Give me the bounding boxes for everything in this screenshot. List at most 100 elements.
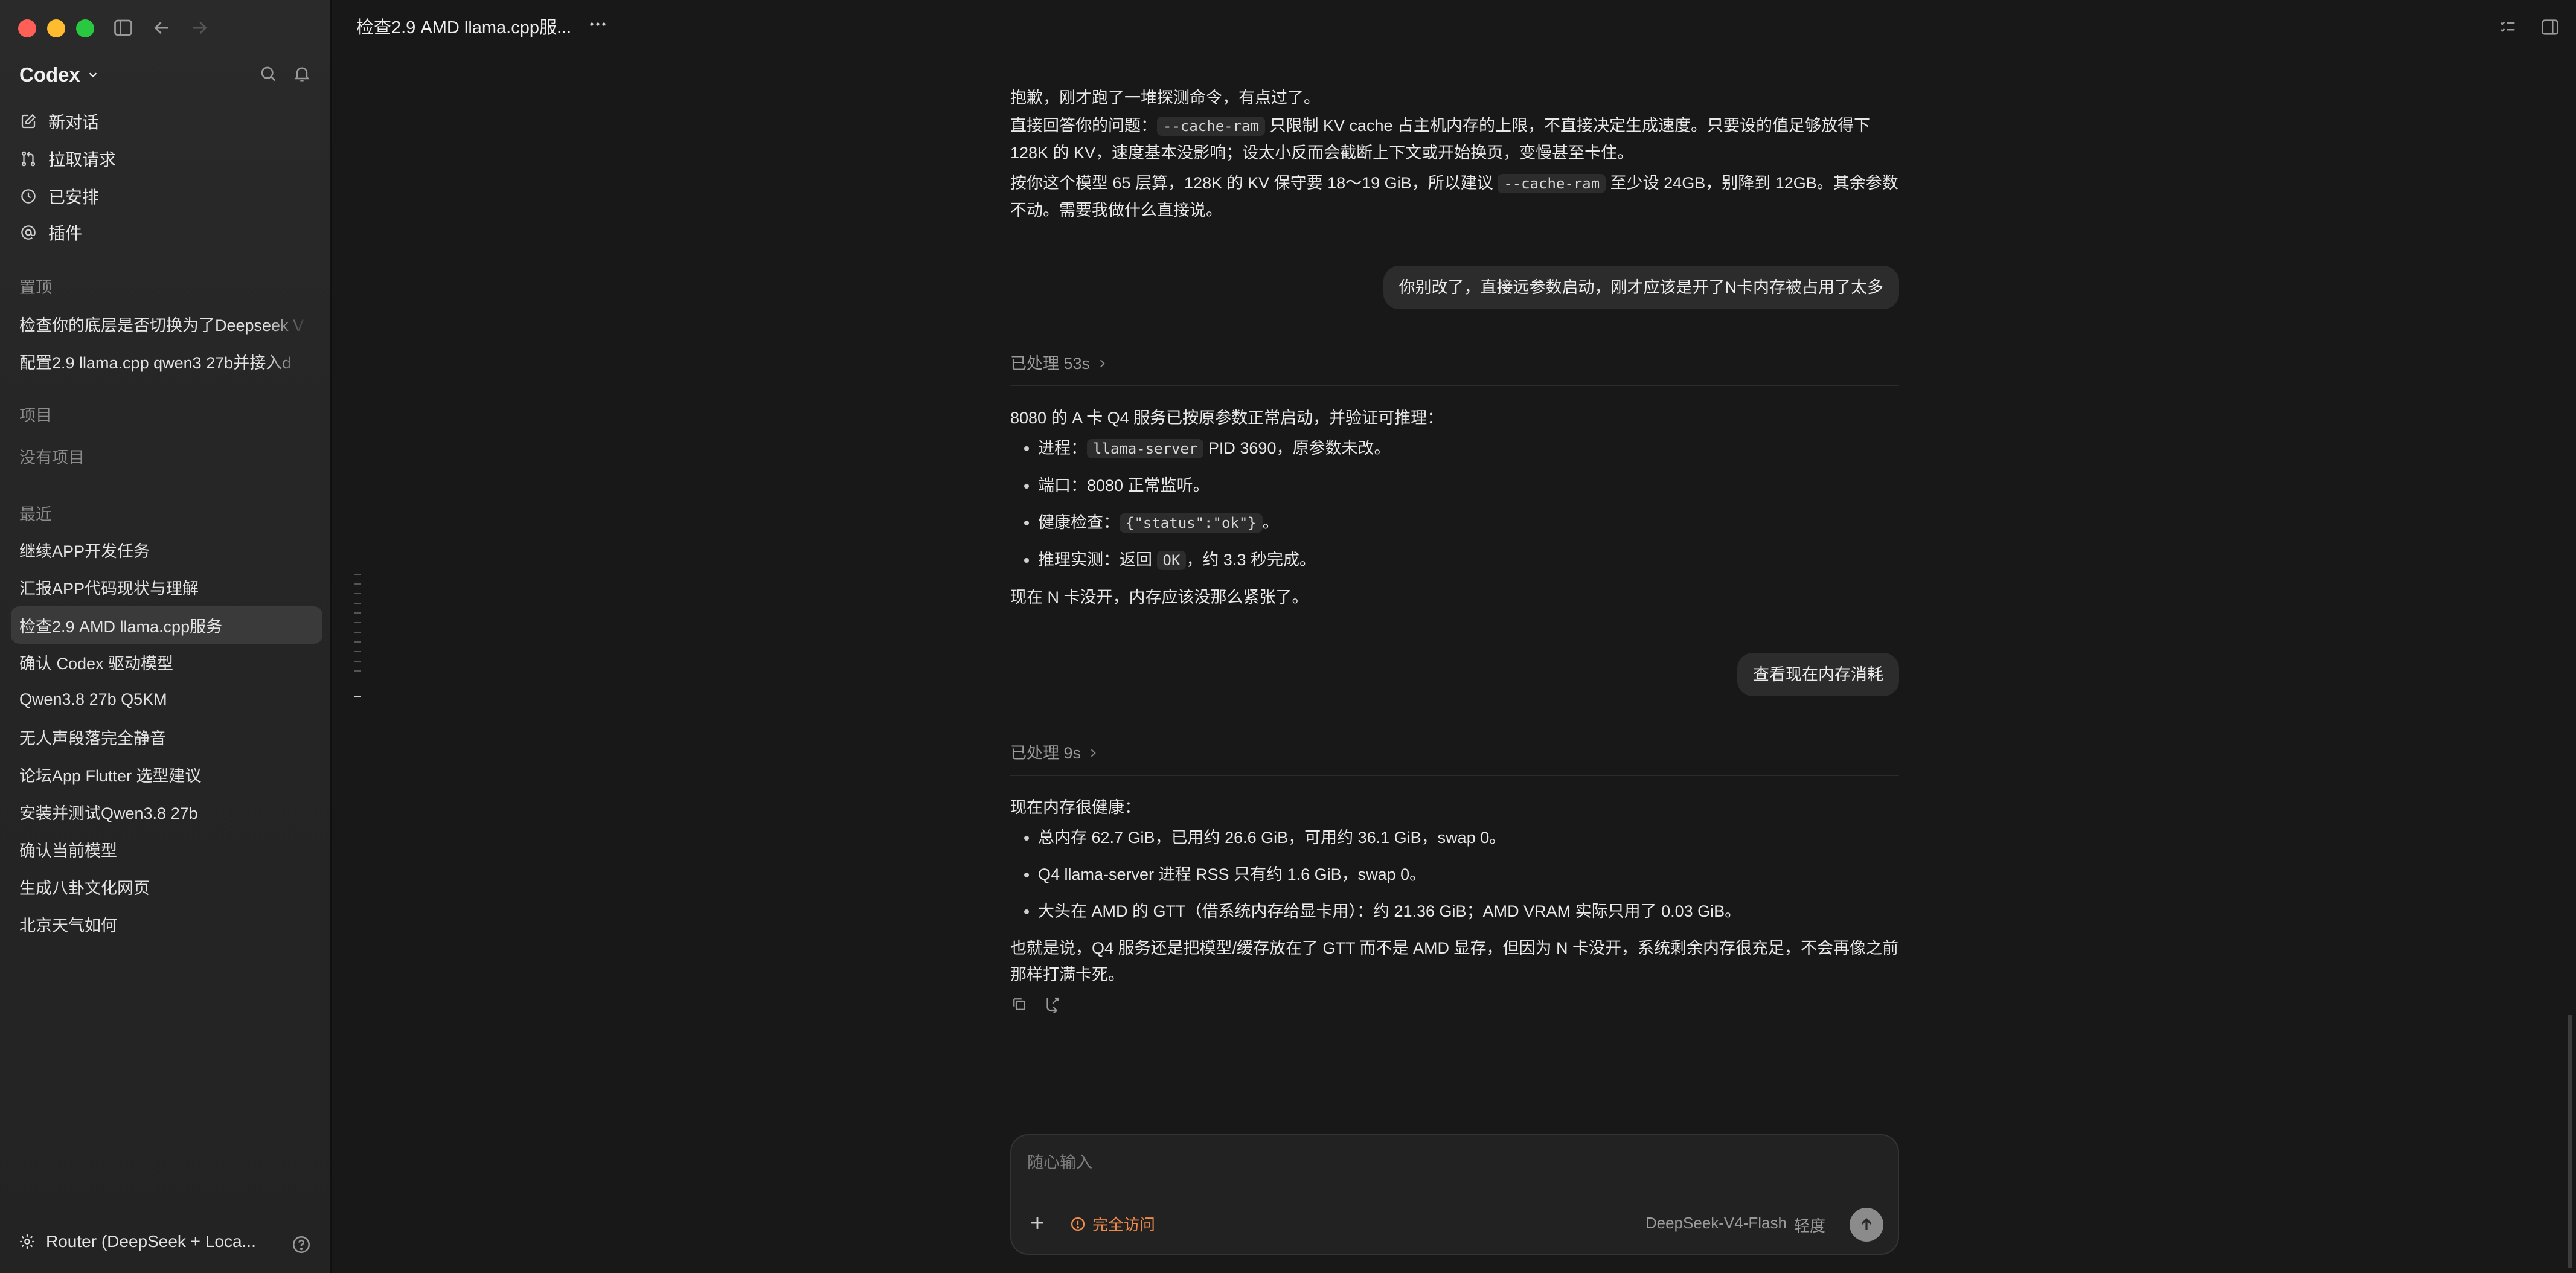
user-message-row: 查看现在内存消耗 <box>1010 653 1899 696</box>
message-input[interactable] <box>1026 1149 1874 1176</box>
nav-label: 新对话 <box>48 113 100 132</box>
minimap-tick <box>354 661 361 662</box>
search-icon[interactable] <box>258 64 280 86</box>
recent-thread[interactable]: 论坛App Flutter 选型建议 <box>19 761 309 787</box>
recent-thread[interactable]: 无人声段落完全静音 <box>19 723 309 750</box>
back-arrow-icon[interactable] <box>151 17 173 39</box>
access-mode-button[interactable]: 完全访问 <box>1069 1213 1155 1235</box>
conversation-title[interactable]: 检查2.9 AMD llama.cpp服... <box>356 13 571 39</box>
processed-label: 已处理 9s <box>1010 744 1081 762</box>
inline-code: --cache-ram <box>1157 117 1265 136</box>
inline-code: OK <box>1156 551 1187 570</box>
text: 按你这个模型 65 层算，128K 的 KV 保守要 18～19 GiB，所以建… <box>1010 174 1498 192</box>
side-panel-icon[interactable] <box>2540 17 2560 37</box>
task-list-icon[interactable] <box>2498 17 2518 37</box>
minimize-window-button[interactable] <box>47 19 65 37</box>
pinned-header: 置顶 <box>19 278 52 297</box>
recent-thread[interactable]: 北京天气如何 <box>19 911 309 937</box>
chevron-right-icon <box>1096 358 1108 370</box>
at-icon <box>19 223 37 242</box>
inline-code: {"status":"ok"} <box>1120 513 1263 533</box>
recent-thread[interactable]: 安装并测试Qwen3.8 27b <box>19 798 309 825</box>
text: 。 <box>1262 513 1279 531</box>
nav-scheduled[interactable]: 已安排 <box>19 182 99 210</box>
recent-thread[interactable]: 确认当前模型 <box>19 836 309 862</box>
branch-icon[interactable] <box>1043 995 1061 1013</box>
message-actions <box>1010 995 1899 1013</box>
chevron-right-icon <box>1087 747 1099 759</box>
list-item: 端口：8080 正常监听。 <box>1038 472 1899 499</box>
sidebar-toggle-icon[interactable] <box>112 17 134 39</box>
scrollbar[interactable] <box>2568 1015 2572 1268</box>
minimap-tick-current <box>354 696 361 697</box>
user-message-row: 你别改了，直接远参数启动，刚才应该是开了N卡内存被占用了太多 <box>1010 266 1899 309</box>
gear-icon <box>18 1233 36 1251</box>
list-item: 进程：llama-server PID 3690，原参数未改。 <box>1038 435 1899 462</box>
minimap-tick <box>354 603 361 604</box>
inline-code: llama-server <box>1087 439 1204 458</box>
assistant-paragraph: 8080 的 A 卡 Q4 服务已按原参数正常启动，并验证可推理： <box>1010 409 1444 427</box>
sidebar: Codex 新对话 拉取请求 已安排 插件 置顶 检查你的底层是否切换为了Dee… <box>0 0 332 1273</box>
recent-thread[interactable]: 汇报APP代码现状与理解 <box>19 574 309 600</box>
assistant-paragraph: 按你这个模型 65 层算，128K 的 KV 保守要 18～19 GiB，所以建… <box>1010 170 1899 223</box>
copy-icon[interactable] <box>1010 995 1028 1013</box>
assistant-paragraph: 直接回答你的问题： --cache-ram 只限制 KV cache 占主机内存的… <box>1010 112 1899 166</box>
list-item: 总内存 62.7 GiB，已用约 26.6 GiB，可用约 36.1 GiB，s… <box>1038 824 1899 851</box>
text: 直接回答你的问题： <box>1010 117 1157 135</box>
minimap-tick <box>354 612 361 614</box>
arrow-up-icon <box>1857 1216 1876 1234</box>
projects-header: 项目 <box>19 406 52 425</box>
minimap-tick <box>354 593 361 594</box>
minimap-tick <box>354 651 361 652</box>
processed-label: 已处理 53s <box>1010 354 1091 373</box>
nav-plugins[interactable]: 插件 <box>19 219 82 246</box>
bell-icon[interactable] <box>292 64 314 86</box>
text: ，约 3.3 秒完成。 <box>1186 551 1316 569</box>
assistant-paragraph: 也就是说，Q4 服务还是把模型/缓存放在了 GTT 而不是 AMD 显存，但因为… <box>1010 939 1899 984</box>
recent-thread[interactable]: 继续APP开发任务 <box>19 536 309 563</box>
assistant-paragraph: 现在 N 卡没开，内存应该没那么紧张了。 <box>1010 588 1309 606</box>
close-window-button[interactable] <box>18 19 36 37</box>
add-attachment-icon[interactable] <box>1027 1213 1048 1233</box>
pinned-thread[interactable]: 配置2.9 llama.cpp qwen3 27b并接入d <box>19 348 309 374</box>
clock-icon <box>19 187 37 205</box>
minimap-tick <box>354 583 361 585</box>
processed-toggle[interactable]: 已处理 9s <box>1010 740 1899 776</box>
forward-arrow-icon[interactable] <box>188 17 210 39</box>
recent-thread[interactable]: Qwen3.8 27b Q5KM <box>19 686 309 713</box>
nav-label: 已安排 <box>48 188 100 207</box>
workspace-switcher[interactable]: Codex <box>19 60 100 89</box>
minimap-tick <box>354 641 361 643</box>
minimap-tick <box>354 622 361 623</box>
assistant-paragraph: 抱歉，刚才跑了一堆探测命令，有点过了。 <box>1010 85 1899 111</box>
recent-thread-active[interactable]: 检查2.9 AMD llama.cpp服务 <box>19 612 309 638</box>
assistant-paragraph: 现在内存很健康： <box>1010 798 1141 816</box>
settings-router-button[interactable]: Router (DeepSeek + Loca... <box>18 1232 256 1251</box>
text: 健康检查： <box>1038 513 1120 531</box>
chevron-down-icon <box>86 68 100 82</box>
recent-thread[interactable]: 确认 Codex 驱动模型 <box>19 649 309 675</box>
recent-header: 最近 <box>19 505 52 524</box>
user-message-bubble: 你别改了，直接远参数启动，刚才应该是开了N卡内存被占用了太多 <box>1383 266 1899 309</box>
more-options-icon[interactable] <box>587 18 609 30</box>
text: PID 3690，原参数未改。 <box>1203 439 1391 457</box>
assistant-list: 总内存 62.7 GiB，已用约 26.6 GiB，可用约 36.1 GiB，s… <box>1010 824 1899 925</box>
nav-label: 插件 <box>48 224 83 243</box>
composer: 完全访问 DeepSeek-V4-Flash 轻度 <box>1010 1134 1899 1255</box>
list-item: Q4 llama-server 进程 RSS 只有约 1.6 GiB，swap … <box>1038 861 1899 888</box>
send-button[interactable] <box>1850 1208 1883 1242</box>
model-selector[interactable]: DeepSeek-V4-Flash 轻度 <box>1645 1214 1825 1236</box>
nav-pull-requests[interactable]: 拉取请求 <box>19 145 116 173</box>
pinned-thread[interactable]: 检查你的底层是否切换为了Deepseek V <box>19 310 309 337</box>
processed-toggle[interactable]: 已处理 53s <box>1010 350 1899 386</box>
help-icon[interactable] <box>291 1234 312 1255</box>
assistant-list: 进程：llama-server PID 3690，原参数未改。 端口：8080 … <box>1010 435 1899 574</box>
nav-new-chat[interactable]: 新对话 <box>19 107 99 135</box>
nav-label: 拉取请求 <box>48 150 117 169</box>
compose-icon <box>19 112 37 130</box>
recent-thread[interactable]: 生成八卦文化网页 <box>19 873 309 900</box>
text: 推理实测：返回 <box>1038 551 1157 569</box>
minimap-tick <box>354 670 361 672</box>
pull-request-icon <box>19 150 37 168</box>
zoom-window-button[interactable] <box>76 19 94 37</box>
